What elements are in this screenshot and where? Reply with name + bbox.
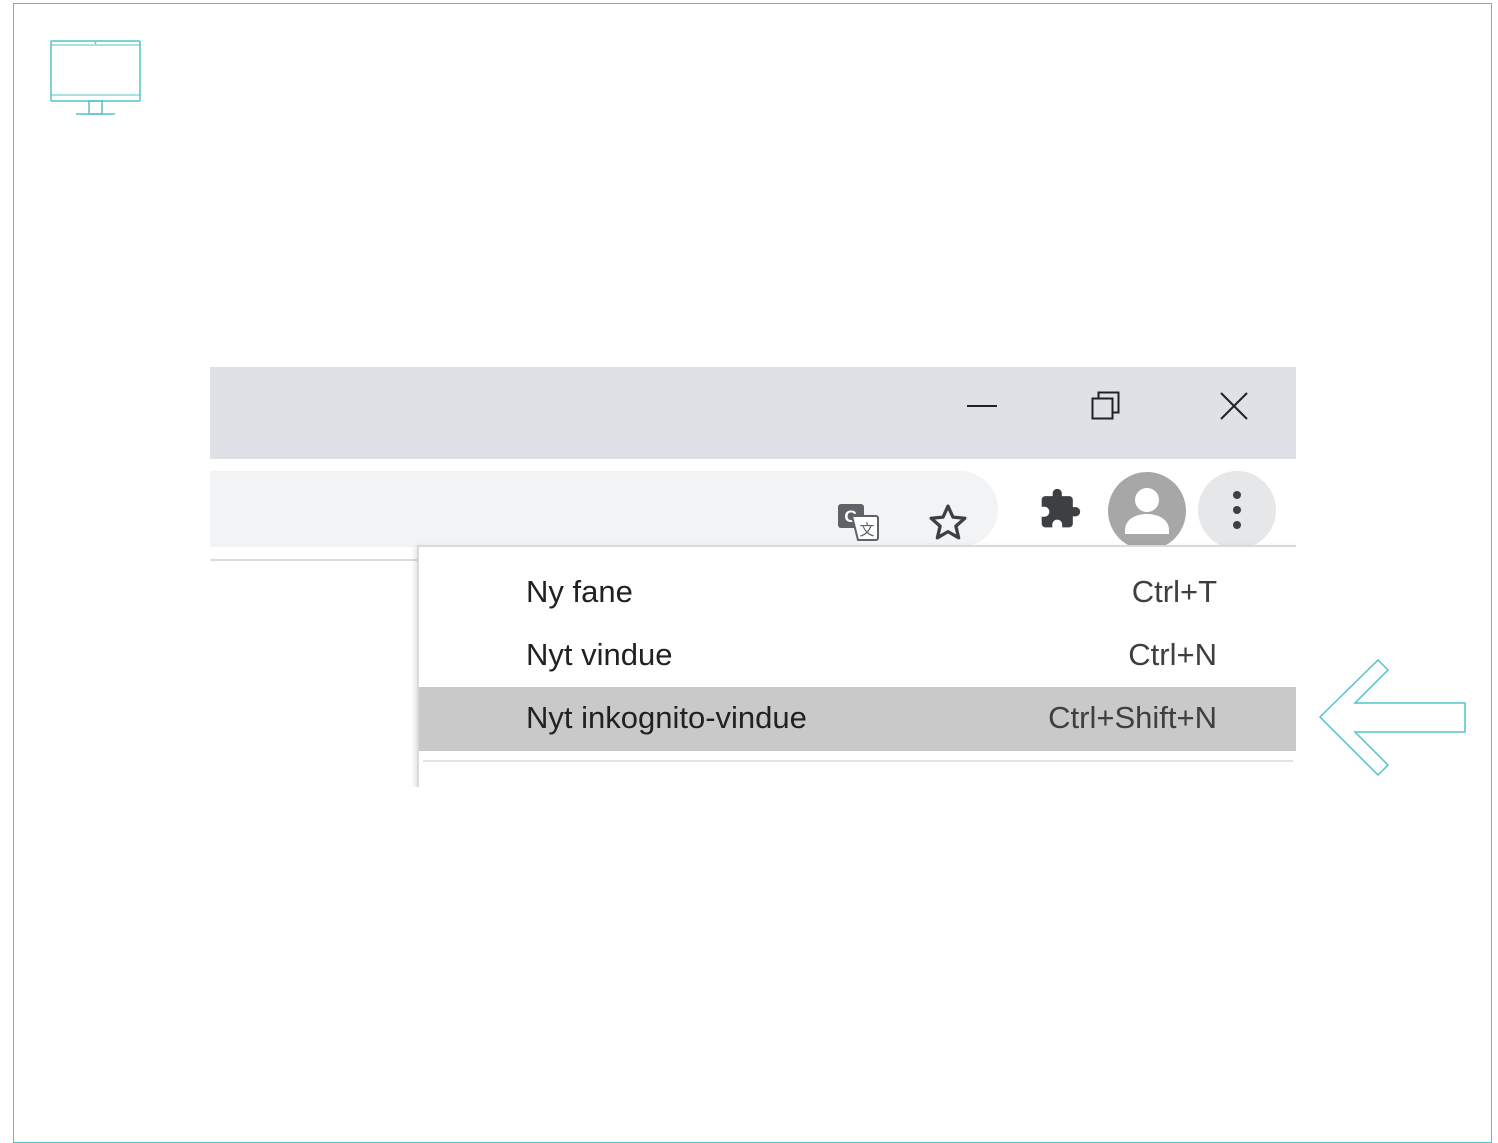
minimize-button[interactable]	[947, 381, 1017, 431]
translate-icon: G 文	[838, 504, 879, 541]
restore-button[interactable]	[1071, 381, 1141, 431]
restore-icon	[1091, 391, 1120, 420]
browser-toolbar: G 文	[210, 459, 1296, 559]
menu-item-label: Nyt inkognito-vindue	[526, 700, 807, 735]
star-icon	[929, 504, 967, 540]
browser-menu-button[interactable]	[1198, 471, 1276, 549]
menu-item-label: Ny fane	[526, 574, 633, 609]
menu-item-label: Nyt vindue	[526, 637, 673, 672]
svg-text:文: 文	[859, 521, 874, 539]
close-icon	[1220, 392, 1248, 420]
minimize-icon	[967, 405, 997, 407]
menu-item-new-window[interactable]: Nyt vindue Ctrl+N	[419, 624, 1296, 688]
browser-window: G 文 Ny fane Ctrl+T Nyt vindue Ctrl+N Nyt…	[210, 367, 1296, 787]
puzzle-icon	[1041, 488, 1081, 528]
monitor-icon	[49, 38, 143, 118]
more-vert-icon	[1233, 491, 1241, 529]
extensions-button[interactable]	[1034, 483, 1086, 535]
menu-item-new-tab[interactable]: Ny fane Ctrl+T	[419, 561, 1296, 625]
profile-button[interactable]	[1108, 472, 1186, 550]
menu-item-shortcut: Ctrl+Shift+N	[1048, 700, 1217, 735]
menu-item-shortcut: Ctrl+T	[1131, 574, 1217, 609]
page-divider	[210, 559, 420, 561]
menu-item-shortcut: Ctrl+N	[1128, 637, 1217, 672]
translate-button[interactable]: G 文	[832, 498, 884, 546]
arrow-left-icon	[1318, 658, 1468, 777]
menu-separator	[423, 760, 1293, 762]
bookmark-button[interactable]	[922, 497, 974, 549]
close-button[interactable]	[1199, 381, 1269, 431]
title-bar	[210, 367, 1296, 459]
browser-menu: Ny fane Ctrl+T Nyt vindue Ctrl+N Nyt ink…	[417, 545, 1296, 787]
menu-item-new-incognito-window[interactable]: Nyt inkognito-vindue Ctrl+Shift+N	[419, 687, 1296, 751]
address-bar[interactable]: G 文	[210, 471, 998, 547]
avatar-icon	[1125, 488, 1169, 534]
